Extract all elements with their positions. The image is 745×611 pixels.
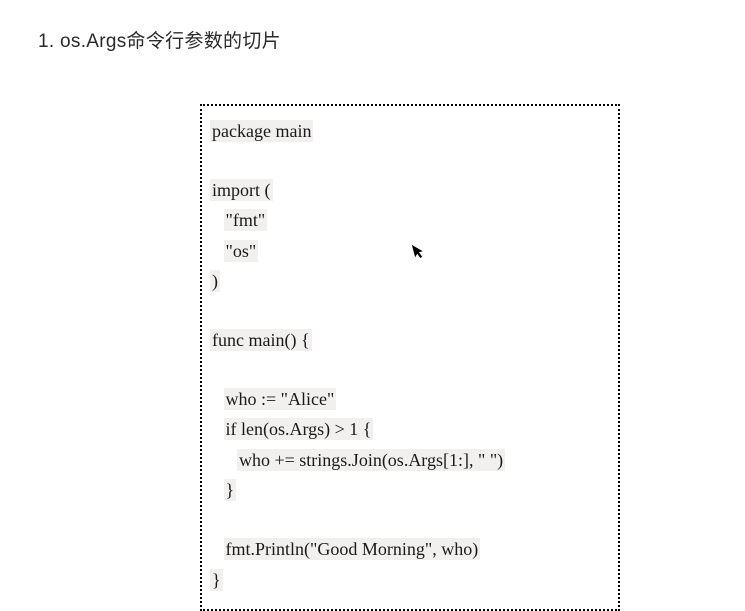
code-text: ) — [210, 270, 220, 292]
code-line: } — [210, 475, 610, 506]
code-line: package main — [210, 116, 610, 147]
blank-line — [210, 356, 610, 384]
code-text: who := "Alice" — [224, 388, 337, 410]
code-line: who := "Alice" — [210, 384, 610, 415]
code-line: who += strings.Join(os.Args[1:], " ") — [210, 445, 610, 476]
blank-line — [210, 506, 610, 534]
code-line: fmt.Println("Good Morning", who) — [210, 534, 610, 565]
code-line: ) — [210, 266, 610, 297]
code-block: package main import ( "fmt" "os" ) func … — [200, 104, 620, 611]
code-text: "os" — [224, 240, 259, 262]
code-line: if len(os.Args) > 1 { — [210, 414, 610, 445]
code-line: import ( — [210, 175, 610, 206]
code-line: "os" — [210, 236, 610, 267]
code-text: who += strings.Join(os.Args[1:], " ") — [237, 449, 505, 471]
blank-line — [210, 297, 610, 325]
code-text: } — [210, 569, 223, 591]
blank-line — [210, 147, 610, 175]
code-text: package main — [210, 120, 313, 142]
code-line: "fmt" — [210, 205, 610, 236]
code-text: func main() { — [210, 329, 312, 351]
code-line: func main() { — [210, 325, 610, 356]
code-text: if len(os.Args) > 1 { — [224, 418, 374, 440]
code-line: } — [210, 565, 610, 596]
code-text: "fmt" — [224, 209, 268, 231]
code-text: import ( — [210, 179, 273, 201]
code-text: } — [224, 479, 237, 501]
code-text: fmt.Println("Good Morning", who) — [224, 538, 481, 560]
section-heading: 1. os.Args命令行参数的切片 — [38, 26, 281, 53]
